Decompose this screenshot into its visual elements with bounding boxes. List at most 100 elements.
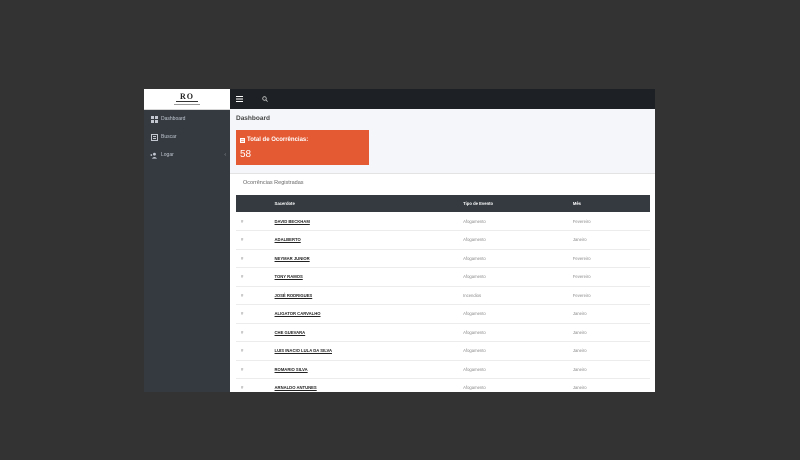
row-event-type: Afogamento: [463, 366, 486, 372]
sidebar-item-dashboard[interactable]: Dashboard: [144, 110, 230, 128]
row-id-cell: #: [236, 342, 275, 361]
occurrences-card: Ocorrências Registradas Sacerdote Tipo d…: [230, 173, 655, 392]
logo-text: RO: [176, 93, 198, 102]
table-row[interactable]: # ARNALDO ANTUNES Afogamento Janeiro: [236, 379, 650, 393]
row-id-cell: #: [236, 360, 275, 379]
row-month-cell: Janeiro: [573, 231, 650, 250]
row-name-link-cell: DAVID BECKHAM: [275, 212, 464, 231]
sidebar-item-logar[interactable]: Logar ‹: [144, 146, 230, 164]
row-month-cell: Janeiro: [573, 360, 650, 379]
row-id: #: [241, 366, 244, 372]
row-name-link-cell: TONY RAMOS: [275, 268, 464, 287]
info-box-label-row: Total de Ocorrências:: [240, 137, 308, 143]
list-icon: [240, 137, 245, 143]
column-header-sacerdote[interactable]: Sacerdote: [275, 195, 464, 212]
row-name-link[interactable]: ROMARIO SILVA: [275, 367, 308, 372]
row-month: Janeiro: [572, 348, 587, 354]
dashboard-icon: [150, 115, 158, 123]
row-id-cell: #: [236, 249, 275, 268]
table-row[interactable]: # LUIS INACIO LULA DA SILVA Afogamento Jane…: [236, 342, 650, 361]
sidebar-item-label: Logar: [161, 152, 174, 158]
total-occurrences-box: Total de Ocorrências: 58: [236, 130, 369, 165]
users-icon: [150, 152, 158, 159]
row-month: Janeiro: [572, 311, 587, 317]
row-month-cell: Fevereiro: [573, 249, 650, 268]
row-month-cell: Fevereiro: [573, 268, 650, 287]
hamburger-icon[interactable]: [236, 96, 243, 102]
row-name-link-cell: JOSÉ RODRIGUES: [275, 286, 464, 305]
row-name-link-cell: CHE GUEVARA: [275, 323, 464, 342]
chevron-left-icon: ‹: [224, 152, 226, 158]
table-row[interactable]: # JOSÉ RODRIGUES Incendios Fevereiro: [236, 286, 650, 305]
table-row[interactable]: # CHE GUEVARA Afogamento Janeiro: [236, 323, 650, 342]
row-name-link-cell: ROMARIO SILVA: [275, 360, 464, 379]
search-icon[interactable]: [262, 96, 268, 102]
row-id: #: [241, 237, 244, 243]
row-name-link-cell: ALIGATOR CARVALHO: [275, 305, 464, 324]
row-event-type-cell: Afogamento: [463, 323, 573, 342]
table-header-row: Sacerdote Tipo de Evento Mês: [236, 195, 650, 212]
row-event-type: Afogamento: [463, 218, 486, 224]
page-title: Dashboard: [236, 115, 270, 122]
sidebar-item-label: Buscar: [161, 134, 177, 140]
column-header-tipo-evento[interactable]: Tipo de Evento: [463, 195, 573, 212]
table-row[interactable]: # ALIGATOR CARVALHO Afogamento Janeiro: [236, 305, 650, 324]
row-id: #: [241, 385, 244, 391]
row-name-link[interactable]: ADALBERTO: [275, 237, 301, 242]
row-id-cell: #: [236, 231, 275, 250]
row-id-cell: #: [236, 305, 275, 324]
row-event-type-cell: Afogamento: [463, 212, 573, 231]
row-month: Janeiro: [572, 385, 587, 391]
row-name-link-cell: LUIS INACIO LULA DA SILVA: [275, 342, 464, 361]
row-id: #: [241, 348, 244, 354]
column-header-id: [236, 195, 275, 212]
table-row[interactable]: # NEYMAR JUNIOR Afogamento Fevereiro: [236, 249, 650, 268]
row-month: Janeiro: [572, 366, 587, 372]
row-event-type-cell: Afogamento: [463, 342, 573, 361]
column-header-mes[interactable]: Mês: [573, 195, 650, 212]
table-row[interactable]: # DAVID BECKHAM Afogamento Fevereiro: [236, 212, 650, 231]
row-month: Janeiro: [572, 237, 587, 243]
row-event-type: Afogamento: [463, 311, 486, 317]
table-row[interactable]: # ADALBERTO Afogamento Janeiro: [236, 231, 650, 250]
row-event-type: Incendios: [463, 292, 482, 298]
row-id-cell: #: [236, 323, 275, 342]
top-navbar: [230, 89, 655, 109]
table-row[interactable]: # TONY RAMOS Afogamento Fevereiro: [236, 268, 650, 287]
row-month: Fevereiro: [572, 292, 591, 298]
row-name-link[interactable]: JOSÉ RODRIGUES: [275, 293, 313, 298]
row-name-link-cell: ADALBERTO: [275, 231, 464, 250]
row-name-link[interactable]: LUIS INACIO LULA DA SILVA: [275, 348, 332, 353]
row-month-cell: Fevereiro: [573, 212, 650, 231]
row-month-cell: Janeiro: [573, 305, 650, 324]
row-event-type-cell: Afogamento: [463, 379, 573, 393]
table-body: # DAVID BECKHAM Afogamento Fevereiro # ADALBE…: [236, 212, 650, 392]
row-name-link[interactable]: ARNALDO ANTUNES: [275, 385, 317, 390]
row-event-type: Afogamento: [463, 237, 486, 243]
row-name-link[interactable]: ALIGATOR CARVALHO: [275, 311, 321, 316]
row-event-type: Afogamento: [463, 274, 486, 280]
row-event-type-cell: Incendios: [463, 286, 573, 305]
row-month-cell: Fevereiro: [573, 286, 650, 305]
row-name-link[interactable]: NEYMAR JUNIOR: [275, 256, 310, 261]
row-name-link[interactable]: TONY RAMOS: [275, 274, 303, 279]
occurrences-table: Sacerdote Tipo de Evento Mês # DAVID BECK…: [236, 195, 650, 392]
row-month-cell: Janeiro: [573, 342, 650, 361]
row-month: Fevereiro: [572, 274, 591, 280]
row-id-cell: #: [236, 212, 275, 231]
info-box-label: Total de Ocorrências:: [247, 137, 309, 143]
row-event-type-cell: Afogamento: [463, 305, 573, 324]
table-row[interactable]: # ROMARIO SILVA Afogamento Janeiro: [236, 360, 650, 379]
row-name-link[interactable]: DAVID BECKHAM: [275, 219, 310, 224]
row-month-cell: Janeiro: [573, 379, 650, 393]
row-id-cell: #: [236, 379, 275, 393]
row-id-cell: #: [236, 268, 275, 287]
row-event-type: Afogamento: [463, 255, 486, 261]
brand-logo[interactable]: RO: [144, 89, 230, 110]
row-event-type-cell: Afogamento: [463, 231, 573, 250]
row-id: #: [241, 218, 244, 224]
row-name-link[interactable]: CHE GUEVARA: [275, 330, 306, 335]
row-month: Fevereiro: [572, 218, 591, 224]
row-event-type: Afogamento: [463, 329, 486, 335]
sidebar-item-buscar[interactable]: Buscar: [144, 128, 230, 146]
